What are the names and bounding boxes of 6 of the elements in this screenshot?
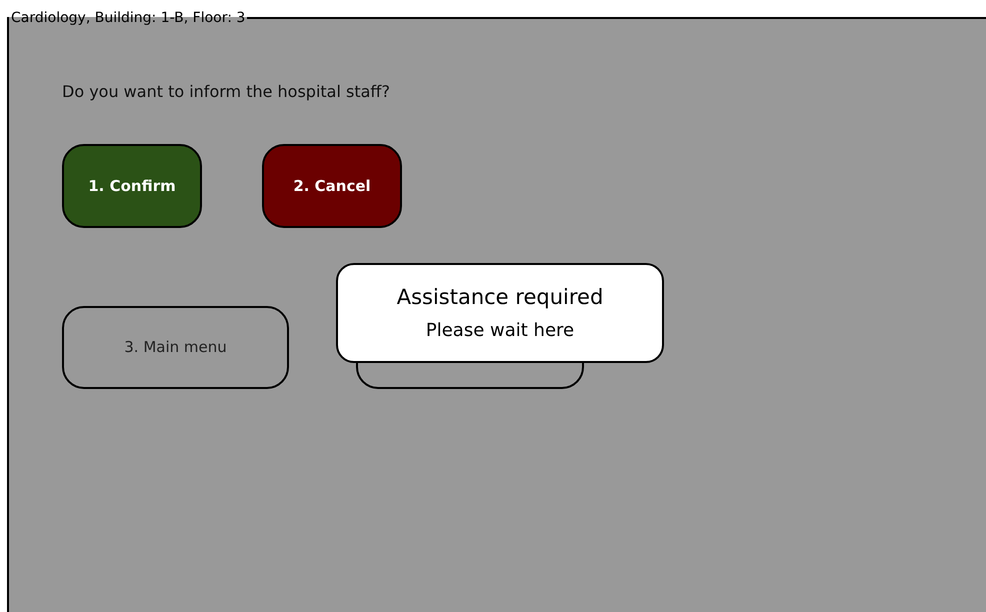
main-menu-button[interactable]: 3. Main menu [62,306,289,389]
confirm-button[interactable]: 1. Confirm [62,144,202,228]
cancel-button[interactable]: 2. Cancel [262,144,402,228]
popup-message: Please wait here [426,320,574,342]
popup-title: Assistance required [396,284,604,310]
question: Do you want to inform the hospital staff? [62,81,390,103]
